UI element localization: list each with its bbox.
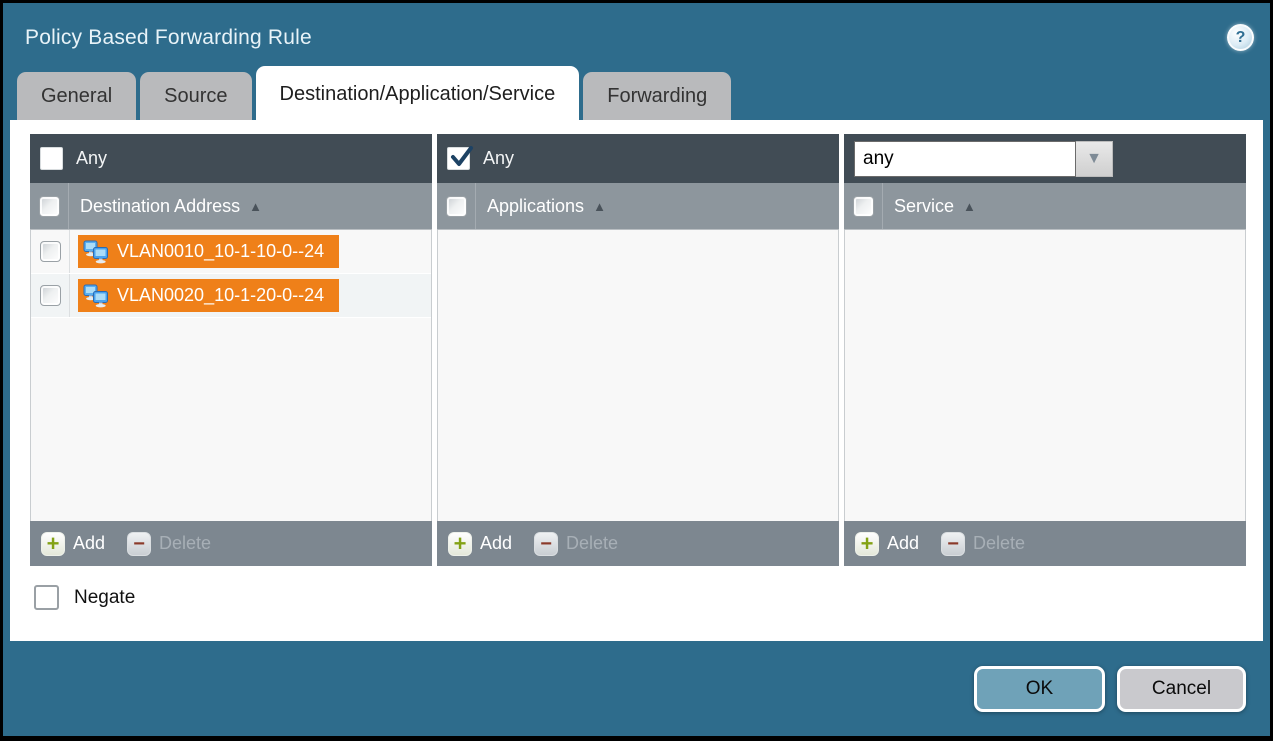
applications-column: Any Applications ▲ + Add − Delete: [437, 134, 839, 566]
destination-column-header: Destination Address ▲: [30, 183, 432, 230]
applications-column-header: Applications ▲: [437, 183, 839, 230]
delete-icon[interactable]: −: [534, 532, 558, 556]
columns-container: Any Destination Address ▲: [30, 134, 1247, 566]
service-header-label[interactable]: Service ▲: [894, 196, 976, 217]
destination-footer: + Add − Delete: [30, 521, 432, 566]
applications-select-all-checkbox[interactable]: [446, 196, 467, 217]
applications-list: [437, 230, 839, 521]
destination-any-checkbox[interactable]: [40, 147, 63, 170]
sort-asc-icon[interactable]: ▲: [593, 200, 606, 213]
delete-button[interactable]: Delete: [566, 533, 618, 554]
sort-asc-icon[interactable]: ▲: [963, 200, 976, 213]
negate-row: Negate: [34, 585, 1247, 610]
row-checkbox[interactable]: [40, 285, 61, 306]
policy-based-forwarding-dialog: Policy Based Forwarding Rule ? General S…: [3, 3, 1270, 736]
table-row: VLAN0020_10-1-20-0--24: [31, 274, 431, 318]
applications-header-text: Applications: [487, 196, 584, 217]
sort-asc-icon[interactable]: ▲: [249, 200, 262, 213]
network-address-icon: [83, 240, 109, 264]
add-icon[interactable]: +: [448, 532, 472, 556]
cancel-button[interactable]: Cancel: [1117, 666, 1246, 712]
add-button[interactable]: Add: [480, 533, 512, 554]
service-dropdown-bar: ▼: [844, 134, 1246, 183]
chevron-down-icon[interactable]: ▼: [1076, 141, 1113, 177]
applications-any-bar: Any: [437, 134, 839, 183]
add-icon[interactable]: +: [855, 532, 879, 556]
destination-address-text: VLAN0010_10-1-10-0--24: [117, 241, 324, 262]
applications-any-label: Any: [483, 148, 514, 169]
destination-address-entry[interactable]: VLAN0020_10-1-20-0--24: [78, 279, 339, 312]
table-row: VLAN0010_10-1-10-0--24: [31, 230, 431, 274]
destination-header-cbcell: [30, 183, 69, 229]
service-header-text: Service: [894, 196, 954, 217]
check-icon: [449, 144, 475, 170]
applications-footer: + Add − Delete: [437, 521, 839, 566]
service-type-input[interactable]: [854, 141, 1076, 177]
applications-any-checkbox[interactable]: [447, 147, 470, 170]
tab-destination-application-service[interactable]: Destination/Application/Service: [256, 66, 580, 120]
service-header-cbcell: [844, 183, 883, 229]
delete-icon[interactable]: −: [127, 532, 151, 556]
service-footer: + Add − Delete: [844, 521, 1246, 566]
negate-label: Negate: [74, 587, 135, 609]
destination-any-bar: Any: [30, 134, 432, 183]
network-address-icon: [83, 284, 109, 308]
row-checkbox[interactable]: [40, 241, 61, 262]
row-cbcell: [31, 230, 70, 273]
destination-address-list: VLAN0010_10-1-10-0--24: [30, 230, 432, 521]
destination-header-text: Destination Address: [80, 196, 240, 217]
dialog-titlebar: Policy Based Forwarding Rule ?: [3, 3, 1270, 66]
destination-address-entry[interactable]: VLAN0010_10-1-10-0--24: [78, 235, 339, 268]
add-button[interactable]: Add: [887, 533, 919, 554]
destination-address-column: Any Destination Address ▲: [30, 134, 432, 566]
destination-address-text: VLAN0020_10-1-20-0--24: [117, 285, 324, 306]
negate-checkbox[interactable]: [34, 585, 59, 610]
tab-forwarding[interactable]: Forwarding: [583, 72, 731, 120]
service-list: [844, 230, 1246, 521]
ok-button[interactable]: OK: [974, 666, 1105, 712]
dialog-title: Policy Based Forwarding Rule: [25, 26, 312, 50]
service-select-all-checkbox[interactable]: [853, 196, 874, 217]
delete-icon[interactable]: −: [941, 532, 965, 556]
delete-button[interactable]: Delete: [159, 533, 211, 554]
service-column-header: Service ▲: [844, 183, 1246, 230]
add-button[interactable]: Add: [73, 533, 105, 554]
delete-button[interactable]: Delete: [973, 533, 1025, 554]
applications-header-label[interactable]: Applications ▲: [487, 196, 606, 217]
help-icon[interactable]: ?: [1227, 24, 1254, 51]
destination-header-label[interactable]: Destination Address ▲: [80, 196, 262, 217]
add-icon[interactable]: +: [41, 532, 65, 556]
tab-bar: General Source Destination/Application/S…: [3, 66, 1270, 120]
tab-source[interactable]: Source: [140, 72, 251, 120]
applications-header-cbcell: [437, 183, 476, 229]
service-type-combobox: ▼: [854, 141, 1113, 177]
dialog-action-bar: OK Cancel: [3, 641, 1270, 736]
destination-any-label: Any: [76, 148, 107, 169]
service-column: ▼ Service ▲ + Add − Del: [844, 134, 1246, 566]
tab-general[interactable]: General: [17, 72, 136, 120]
tab-content: Any Destination Address ▲: [10, 120, 1263, 641]
row-cbcell: [31, 274, 70, 317]
destination-select-all-checkbox[interactable]: [39, 196, 60, 217]
